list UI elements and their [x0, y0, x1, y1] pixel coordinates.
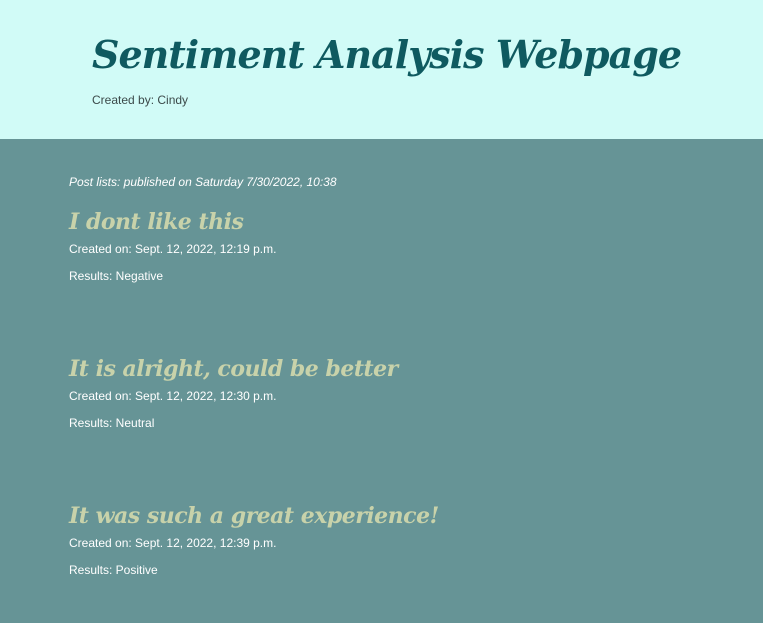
post-sentiment-result: Results: Positive	[69, 563, 158, 577]
post-created-date: Created on: Sept. 12, 2022, 12:19 p.m.	[69, 242, 277, 256]
post-created-date: Created on: Sept. 12, 2022, 12:39 p.m.	[69, 536, 277, 550]
post-sentiment-result: Results: Negative	[69, 269, 164, 283]
post-item: It is alright, could be better Created o…	[69, 356, 669, 430]
author-byline: Created by: Cindy	[92, 93, 189, 107]
post-item: It was such a great experience! Created …	[69, 503, 669, 577]
post-title[interactable]: It is alright, could be better	[69, 356, 669, 382]
page-title: Sentiment Analysis Webpage	[92, 32, 682, 77]
published-date: Post lists: published on Saturday 7/30/2…	[69, 175, 337, 189]
post-title[interactable]: I dont like this	[69, 209, 669, 235]
post-created-date: Created on: Sept. 12, 2022, 12:30 p.m.	[69, 389, 277, 403]
post-title[interactable]: It was such a great experience!	[69, 503, 669, 529]
post-sentiment-result: Results: Neutral	[69, 416, 155, 430]
post-item: I dont like this Created on: Sept. 12, 2…	[69, 209, 669, 283]
page-header: Sentiment Analysis Webpage Created by: C…	[0, 0, 763, 139]
